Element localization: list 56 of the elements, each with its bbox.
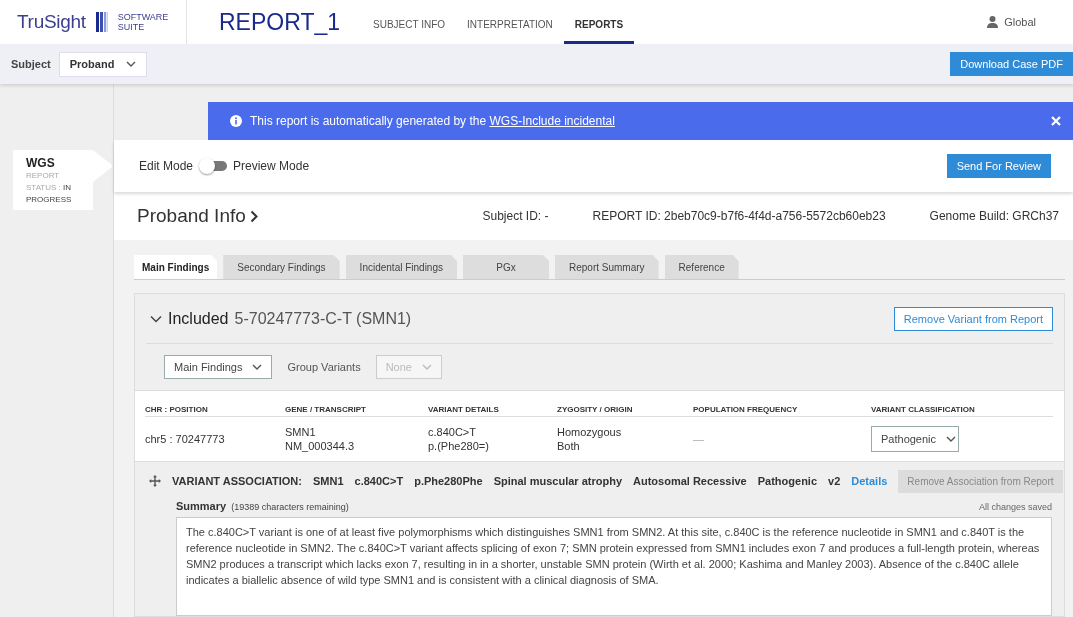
user-name[interactable]: Global [1004, 16, 1036, 28]
preview-mode-label: Preview Mode [233, 159, 310, 173]
subject-dropdown[interactable]: Proband [58, 51, 148, 77]
table-cell-text: — [693, 432, 705, 446]
download-pdf-button[interactable]: Download Case PDF [950, 52, 1073, 76]
report-id: REPORT ID: 2beb70c9-b7f6-4f4d-a756-5572cb60eb23 [592, 209, 886, 223]
report-status: REPORT STATUS : IN PROGRESS [26, 170, 73, 206]
findings-tab[interactable]: Incidental Findings [345, 255, 457, 279]
findings-tab[interactable]: Main Findings [134, 255, 218, 279]
table-cell-text: c.840C>T p.(Phe280=) [428, 425, 490, 453]
remove-variant-button[interactable]: Remove Variant from Report [893, 306, 1053, 331]
report-title: REPORT_1 [219, 8, 340, 36]
column-header: VARIANT DETAILS [428, 405, 500, 414]
column-header: GENE / TRANSCRIPT [285, 405, 367, 414]
genome-build: Genome Build: GRCh37 [929, 209, 1059, 223]
association-value: p.Phe280Phe [414, 475, 483, 487]
association-value: Pathogenic [757, 475, 818, 487]
logo-text: TruSight [17, 11, 86, 33]
logo-subtitle: SOFTWARE SUITE [117, 12, 170, 32]
characters-remaining: (19389 characters remaining) [231, 502, 349, 512]
column-header: VARIANT CLASSIFICATION [871, 405, 976, 414]
send-for-review-button[interactable]: Send For Review [946, 154, 1051, 178]
nav-tab[interactable]: SUBJECT INFO [362, 0, 457, 44]
nav-tab[interactable]: INTERPRETATION [456, 0, 564, 44]
column-header: CHR : POSITION [145, 405, 209, 414]
banner-link[interactable]: WGS-Include incidental [489, 114, 615, 128]
edit-mode-label: Edit Mode [139, 159, 194, 173]
variant-status: Included [168, 309, 229, 328]
table-cell-text: chr5 : 70247773 [145, 432, 226, 446]
subject-id: Subject ID: - [482, 209, 549, 223]
column-header: POPULATION FREQUENCY [693, 405, 799, 414]
classification-dropdown[interactable]: Pathogenic [871, 426, 959, 452]
table-cell-text: SMN1 NM_000344.3 [285, 425, 356, 453]
summary-label: Summary [176, 500, 227, 512]
findings-tab[interactable]: Secondary Findings [223, 255, 340, 279]
report-type: WGS [26, 156, 56, 170]
association-value: SMN1 [312, 475, 344, 487]
group-variants-label: Group Variants [287, 361, 361, 373]
association-value: Spinal muscular atrophy [493, 475, 622, 487]
association-label: VARIANT ASSOCIATION: [172, 475, 302, 487]
save-status: All changes saved [978, 502, 1052, 512]
findings-tab[interactable]: PGx [463, 255, 549, 279]
association-value: v2 [828, 475, 841, 487]
variant-name: 5-70247773-C-T (SMN1) [234, 309, 412, 328]
association-value: Autosomal Recessive [633, 475, 747, 487]
section-title[interactable]: Proband Info [137, 205, 246, 227]
summary-field[interactable]: The c.840C>T variant is one of at least five polymorphisms which distinguishes SMN1 from SMN2. At this site, c.840C is the reference nucleotide in SMN1 and c.840T is the reference nucleotide in SMN2. The c.840C>T variant affects splicing of exon 7; SMN protein expressed from SMN1 includes exon 7 and produces a full-length protein, whereas SMN2 produces a transcript which lacks exon 7, resulting in in a shorter, unstable SMN protein (Wirth et al. 2000; Kashima and Manley 2003). Absence of the c.840C allele indicates a biallelic absence of wild type SMN1 and is consistent with a clinical diagnosis of SMA. [176, 517, 1052, 616]
findings-tab[interactable]: Report Summary [555, 255, 659, 279]
findings-tab[interactable]: Reference [664, 255, 739, 279]
findings-dropdown[interactable]: Main Findings [164, 355, 273, 379]
report-status-card[interactable]: WGS REPORT STATUS : IN PROGRESS [13, 150, 113, 210]
table-cell-text: Homozygous Both [557, 425, 623, 453]
association-value: c.840C>T [354, 475, 404, 487]
column-header: ZYGOSITY / ORIGIN [557, 405, 634, 414]
banner-message: This report is automatically generated by the WGS-Include incidental [250, 114, 615, 128]
subject-label: Subject [11, 58, 51, 70]
